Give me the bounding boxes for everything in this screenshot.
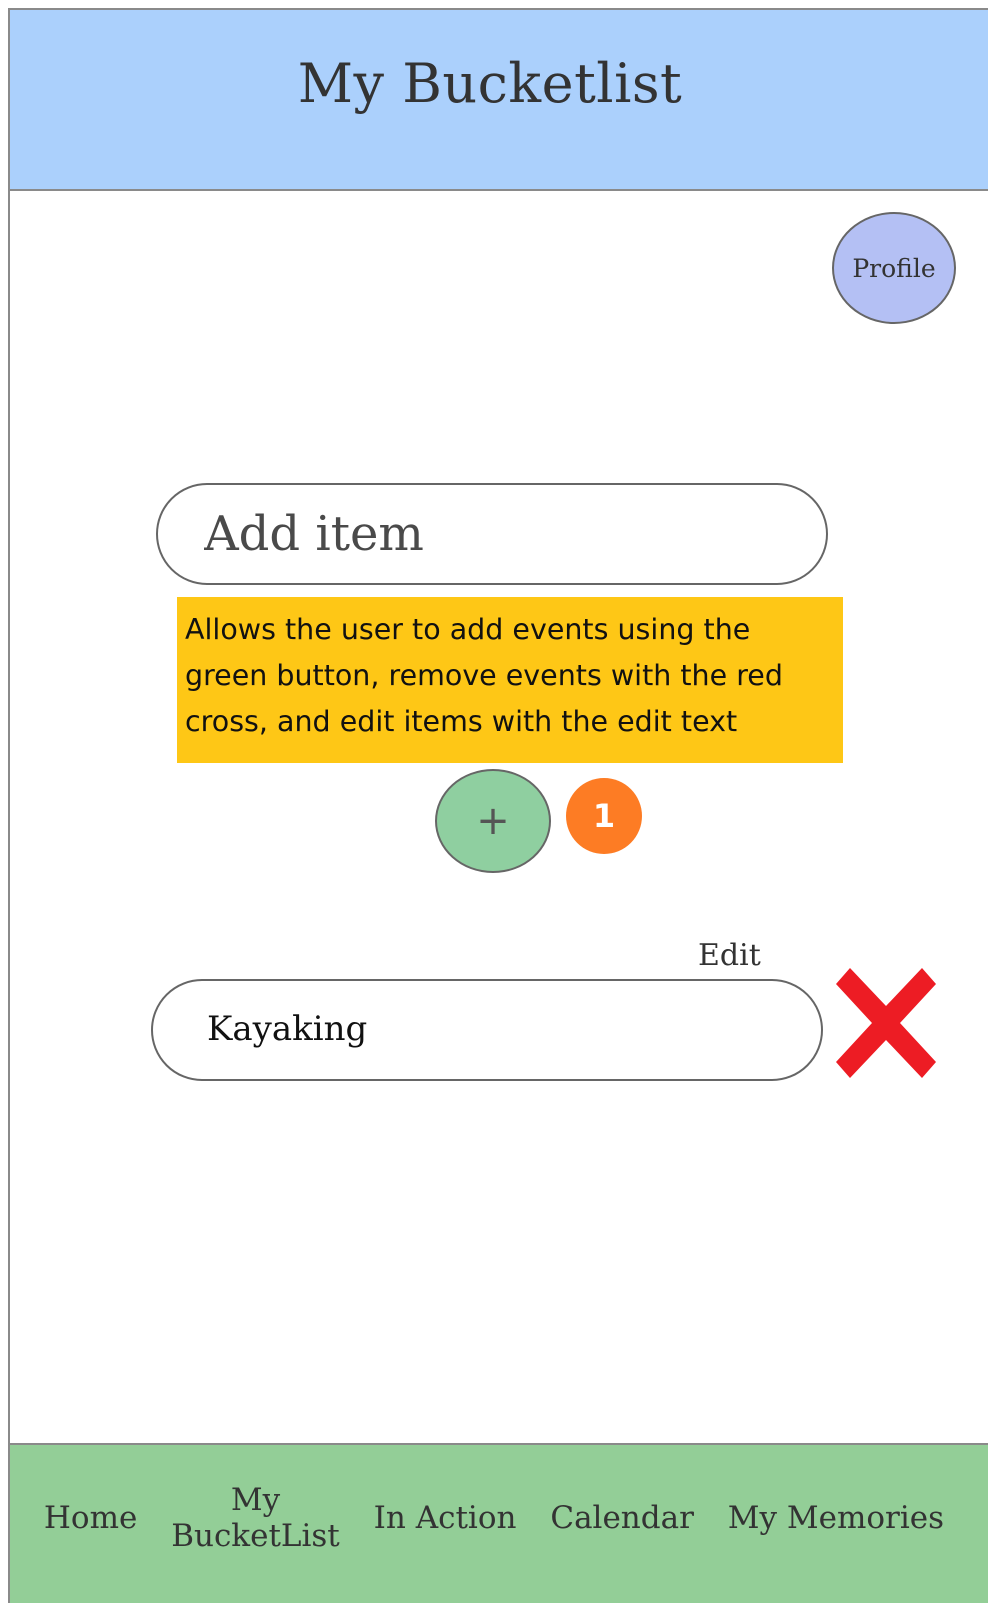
red-cross-icon xyxy=(836,968,936,1078)
nav-item-my-memories[interactable]: My Memories xyxy=(728,1500,944,1536)
app-frame: My Bucketlist Profile Allows the user to… xyxy=(8,8,988,1603)
bucket-list-item[interactable]: Kayaking xyxy=(151,979,823,1081)
page-title: My Bucketlist xyxy=(297,52,683,115)
nav-item-label: My Memories xyxy=(727,1500,945,1536)
nav-item-my-bucketlist[interactable]: My BucketList xyxy=(171,1482,340,1554)
annotation-step-badge: 1 xyxy=(566,778,642,854)
nav-item-label: In Action xyxy=(373,1500,517,1536)
header-bar: My Bucketlist xyxy=(10,10,988,191)
nav-item-label: BucketList xyxy=(171,1518,340,1554)
red-cross-icon-shape xyxy=(836,968,936,1078)
annotation-note-text: Allows the user to add events using the … xyxy=(185,613,783,738)
nav-item-label: Calendar xyxy=(550,1500,694,1536)
plus-icon: + xyxy=(476,798,510,844)
annotation-note: Allows the user to add events using the … xyxy=(177,597,843,763)
nav-item-label: My xyxy=(230,1482,281,1518)
add-item-input[interactable] xyxy=(156,483,828,585)
edit-item-link[interactable]: Edit xyxy=(698,938,761,973)
bucket-list-item-label: Kayaking xyxy=(207,1009,368,1049)
nav-item-calendar[interactable]: Calendar xyxy=(550,1500,694,1536)
nav-item-label: Home xyxy=(43,1500,138,1536)
bottom-nav: Home My BucketList In Action Calendar My… xyxy=(10,1443,988,1603)
nav-item-in-action[interactable]: In Action xyxy=(374,1500,517,1536)
profile-button-label: Profile xyxy=(852,253,936,283)
annotation-step-number: 1 xyxy=(592,797,616,835)
remove-item-button[interactable] xyxy=(836,968,936,1078)
nav-item-home[interactable]: Home xyxy=(44,1500,137,1536)
profile-button[interactable]: Profile xyxy=(832,212,956,324)
add-item-button[interactable]: + xyxy=(435,769,551,873)
